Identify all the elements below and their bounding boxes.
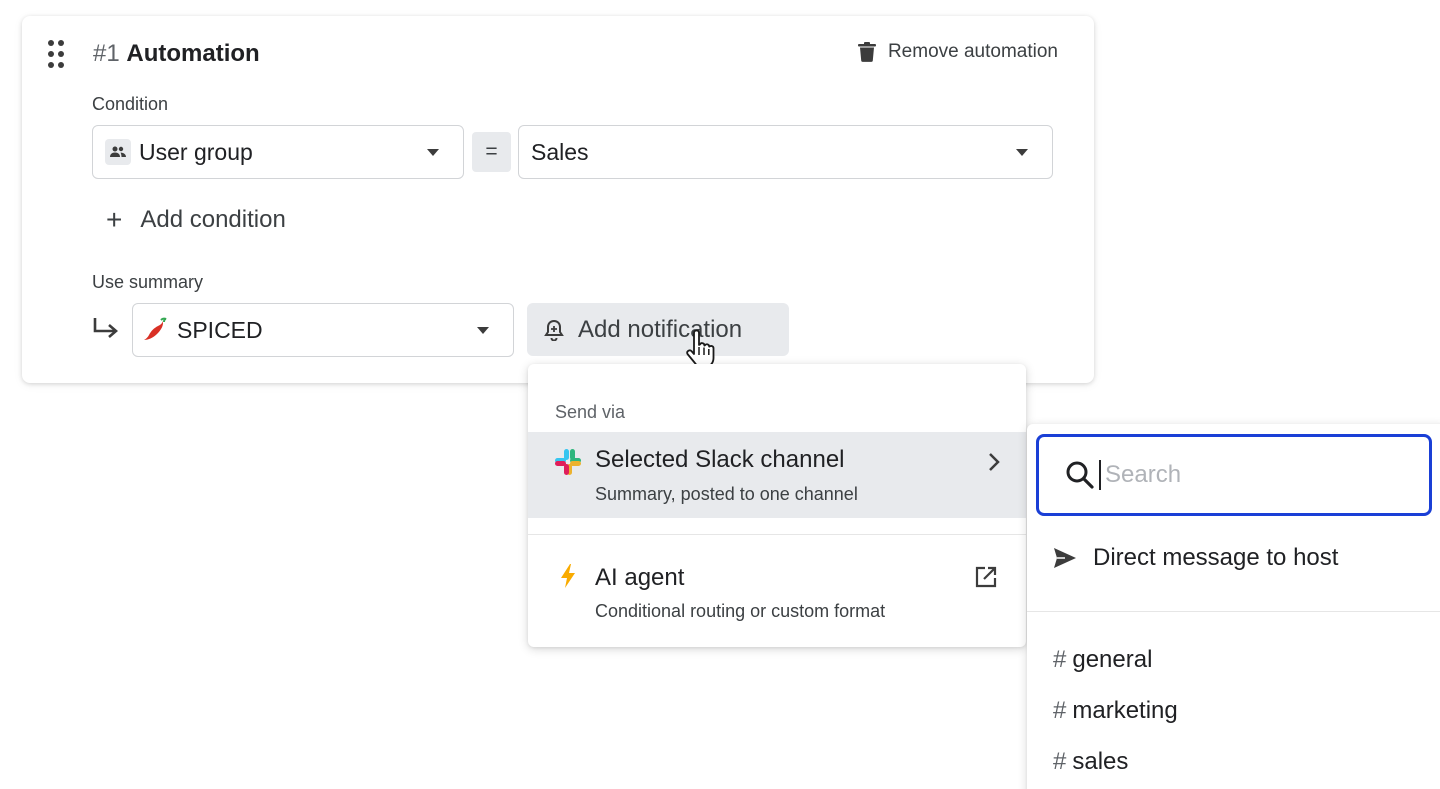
automation-name: Automation [126,40,260,67]
condition-value-select[interactable]: Sales [518,125,1053,179]
channel-picker-panel: Direct message to host #general #marketi… [1027,424,1440,789]
add-notification-button[interactable]: Add notification [527,303,789,356]
lightning-icon [561,564,575,588]
summary-select[interactable]: SPICED [132,303,514,357]
add-condition-label: Add condition [140,206,286,233]
chevron-down-icon [477,327,489,334]
search-icon [1066,461,1094,489]
drag-handle-icon[interactable] [48,40,68,70]
channel-item-general[interactable]: # general [1053,646,1152,674]
summary-value: SPICED [177,316,263,343]
plus-icon: + [106,204,123,235]
remove-automation-button[interactable]: Remove automation [857,38,1058,66]
channel-name: general [1072,646,1153,673]
channel-item-marketing[interactable]: # marketing [1053,697,1178,725]
send-icon [1054,548,1076,568]
send-via-menu: Send via Selected Slack channel Summary,… [528,364,1026,647]
hash-icon: # [1053,697,1067,724]
condition-field-select[interactable]: User group [92,125,464,179]
channel-search-field[interactable] [1036,434,1432,516]
condition-value: Sales [531,138,589,165]
users-icon [105,139,131,165]
chili-pepper-icon [144,317,167,340]
channel-name: sales [1072,748,1129,775]
channel-item-sales[interactable]: # sales [1053,748,1128,776]
external-link-icon [975,566,997,588]
trash-icon [857,42,876,62]
add-condition-button[interactable]: + Add condition [106,206,286,234]
ai-agent-subtitle: Conditional routing or custom format [595,601,886,621]
add-notification-label: Add notification [578,315,743,343]
slack-icon [555,449,581,475]
ai-agent-title: AI agent [595,564,685,591]
chevron-down-icon [427,149,439,156]
slack-channel-subtitle: Summary, posted to one channel [595,484,858,504]
search-input[interactable] [1105,461,1405,489]
operator-chip[interactable]: = [472,132,511,172]
panel-divider [1027,611,1440,612]
direct-message-option[interactable]: Direct message to host [1053,544,1338,572]
condition-field-value: User group [139,138,253,165]
automation-title: #1 Automation [93,40,260,68]
hash-icon: # [1053,748,1067,775]
bell-plus-icon [544,319,564,341]
condition-label: Condition [92,94,169,114]
return-arrow-icon [93,318,118,338]
channel-name: marketing [1072,697,1178,724]
chevron-right-icon [989,453,1000,471]
remove-automation-label: Remove automation [887,41,1058,62]
send-via-heading: Send via [555,402,626,422]
slack-channel-title: Selected Slack channel [595,446,845,473]
automation-card: #1 Automation Remove automation Conditio… [22,16,1094,383]
menu-item-slack-channel[interactable]: Selected Slack channel Summary, posted t… [528,432,1026,518]
text-cursor [1099,460,1101,490]
chevron-down-icon [1016,149,1028,156]
direct-message-label: Direct message to host [1093,544,1339,571]
menu-item-ai-agent[interactable]: AI agent Conditional routing or custom f… [528,550,1026,630]
use-summary-label: Use summary [92,272,204,292]
hash-icon: # [1053,646,1067,673]
menu-divider [528,534,1026,535]
automation-number: #1 [93,40,120,67]
